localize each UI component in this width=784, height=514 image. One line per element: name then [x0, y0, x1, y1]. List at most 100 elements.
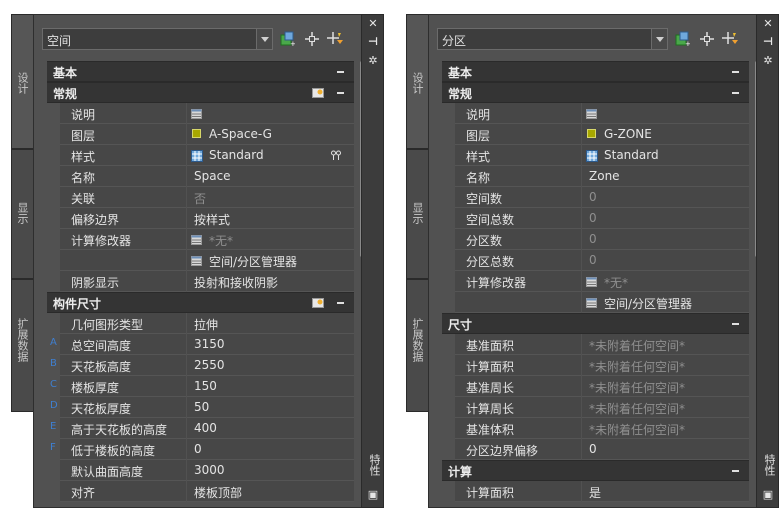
property-image-icon[interactable] [312, 87, 324, 99]
property-row[interactable]: 分区总数 0 [442, 250, 749, 271]
property-value[interactable]: 0 [582, 439, 749, 460]
toggle-pickadd-icon[interactable]: + [279, 31, 296, 48]
close-icon[interactable]: ✕ [367, 18, 379, 30]
property-row[interactable]: 阴影显示 投射和接收阴影 [47, 271, 354, 292]
property-value[interactable]: *未附着任何空间* [582, 418, 749, 439]
property-row[interactable]: 分区边界偏移 0 [442, 439, 749, 460]
property-row[interactable]: 计算修改器 *无* [47, 229, 354, 250]
property-row[interactable]: 空间数 0 [442, 187, 749, 208]
collapse-icon[interactable] [732, 323, 739, 325]
property-row[interactable]: A 总空间高度 3150 [47, 334, 354, 355]
collapse-icon[interactable] [337, 302, 344, 304]
property-row[interactable]: B 天花板高度 2550 [47, 355, 354, 376]
property-value[interactable]: 400 [187, 418, 354, 439]
property-value[interactable]: *无* [187, 229, 354, 250]
property-value[interactable]: 0 [582, 208, 749, 229]
property-value[interactable]: 按样式 [187, 208, 354, 229]
property-value[interactable]: Standard [187, 145, 354, 166]
property-row[interactable]: 偏移边界 按样式 [47, 208, 354, 229]
auto-hide-icon[interactable]: ⊣ [367, 36, 379, 48]
property-row[interactable]: 分区数 0 [442, 229, 749, 250]
collapse-icon[interactable] [337, 92, 344, 94]
property-value[interactable]: Standard [582, 145, 749, 166]
property-image-icon[interactable] [312, 297, 324, 309]
property-value[interactable] [187, 103, 354, 124]
property-value[interactable]: 空间/分区管理器 [582, 292, 749, 313]
tab-extended-data[interactable]: 扩展数据 [11, 279, 35, 412]
collapse-icon[interactable] [732, 92, 739, 94]
tab-design[interactable]: 设计 [406, 14, 430, 149]
property-value[interactable]: 3150 [187, 334, 354, 355]
category-header[interactable]: 常规 [442, 82, 749, 103]
property-value[interactable]: *无* [582, 271, 749, 292]
tab-extended-data[interactable]: 扩展数据 [406, 279, 430, 412]
property-row[interactable]: 空间总数 0 [442, 208, 749, 229]
chevron-down-icon[interactable] [256, 29, 272, 49]
property-value[interactable]: Space [187, 166, 354, 187]
tab-display[interactable]: 显示 [406, 149, 430, 279]
property-value[interactable]: 是 [582, 481, 749, 502]
property-value[interactable]: 0 [187, 439, 354, 460]
properties-menu-icon[interactable]: ✲ [367, 55, 379, 67]
property-row[interactable]: 基准面积 *未附着任何空间* [442, 334, 749, 355]
property-value[interactable]: Zone [582, 166, 749, 187]
category-header[interactable]: 构件尺寸 [47, 292, 354, 313]
category-header[interactable]: 基本 [442, 61, 749, 82]
property-row[interactable]: C 楼板厚度 150 [47, 376, 354, 397]
property-row[interactable]: 空间/分区管理器 [47, 250, 354, 271]
object-type-select[interactable]: 空间 [42, 28, 273, 50]
property-value[interactable]: 150 [187, 376, 354, 397]
category-header[interactable]: 基本 [47, 61, 354, 82]
property-value[interactable]: A-Space-G [187, 124, 354, 145]
property-row[interactable]: 名称 Zone [442, 166, 749, 187]
link-icon[interactable] [330, 149, 342, 161]
category-header[interactable]: 尺寸 [442, 313, 749, 334]
property-value[interactable]: *未附着任何空间* [582, 334, 749, 355]
restore-icon[interactable]: ▣ [367, 489, 379, 501]
tab-display[interactable]: 显示 [11, 149, 35, 279]
property-row[interactable]: 默认曲面高度 3000 [47, 460, 354, 481]
chevron-down-icon[interactable] [651, 29, 667, 49]
collapse-icon[interactable] [337, 71, 344, 73]
property-row[interactable]: 基准周长 *未附着任何空间* [442, 376, 749, 397]
property-value[interactable]: 3000 [187, 460, 354, 481]
collapse-icon[interactable] [732, 71, 739, 73]
property-row[interactable]: 几何图形类型 拉伸 [47, 313, 354, 334]
property-row[interactable]: 说明 [442, 103, 749, 124]
property-value[interactable]: 50 [187, 397, 354, 418]
property-row[interactable]: 说明 [47, 103, 354, 124]
property-value[interactable]: 楼板顶部 [187, 481, 354, 502]
property-value[interactable]: *未附着任何空间* [582, 355, 749, 376]
property-row[interactable]: F 低于楼板的高度 0 [47, 439, 354, 460]
property-value[interactable]: *未附着任何空间* [582, 376, 749, 397]
toggle-pickadd-icon[interactable]: + [674, 31, 691, 48]
property-value[interactable]: 2550 [187, 355, 354, 376]
property-row[interactable]: 关联 否 [47, 187, 354, 208]
property-value[interactable] [582, 103, 749, 124]
property-row[interactable]: 计算面积 是 [442, 481, 749, 502]
property-row[interactable]: 对齐 楼板顶部 [47, 481, 354, 502]
property-row[interactable]: 样式 Standard [442, 145, 749, 166]
close-icon[interactable]: ✕ [762, 18, 774, 30]
tab-design[interactable]: 设计 [11, 14, 35, 149]
quick-select-icon[interactable] [327, 31, 343, 47]
property-value[interactable]: 空间/分区管理器 [187, 250, 354, 271]
property-value[interactable]: *未附着任何空间* [582, 397, 749, 418]
property-row[interactable]: 计算面积 *未附着任何空间* [442, 355, 749, 376]
property-row[interactable]: D 天花板厚度 50 [47, 397, 354, 418]
auto-hide-icon[interactable]: ⊣ [762, 36, 774, 48]
property-row[interactable]: 基准体积 *未附着任何空间* [442, 418, 749, 439]
property-row[interactable]: 样式 Standard [47, 145, 354, 166]
property-row[interactable]: 图层 A-Space-G [47, 124, 354, 145]
quick-select-icon[interactable] [722, 31, 738, 47]
object-type-select[interactable]: 分区 [437, 28, 668, 50]
properties-menu-icon[interactable]: ✲ [762, 55, 774, 67]
property-row[interactable]: 计算修改器 *无* [442, 271, 749, 292]
property-row[interactable]: 计算周长 *未附着任何空间* [442, 397, 749, 418]
property-value[interactable]: 拉伸 [187, 313, 354, 334]
property-row[interactable]: 空间/分区管理器 [442, 292, 749, 313]
property-value[interactable]: G-ZONE [582, 124, 749, 145]
collapse-icon[interactable] [732, 470, 739, 472]
category-header[interactable]: 常规 [47, 82, 354, 103]
property-value[interactable]: 0 [582, 250, 749, 271]
